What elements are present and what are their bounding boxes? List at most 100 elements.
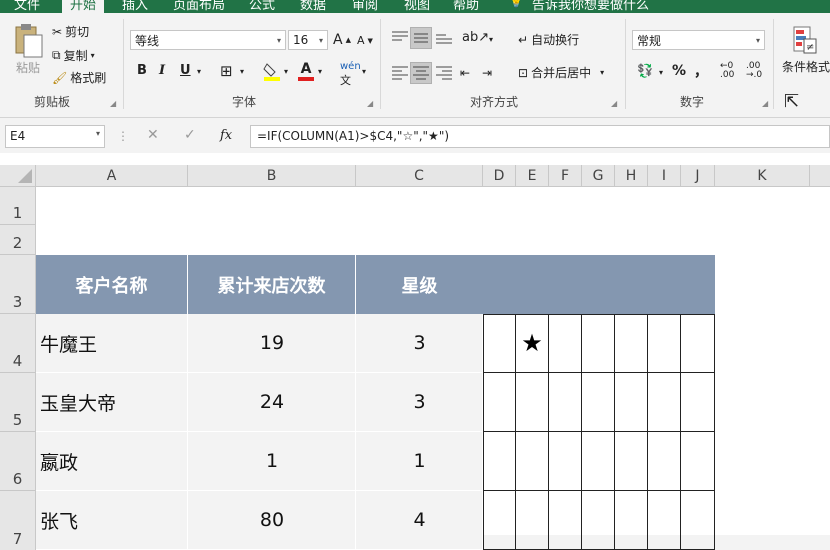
table-header-rating[interactable]: 星级 xyxy=(356,255,483,314)
italic-button[interactable]: I xyxy=(159,63,165,78)
align-top-icon[interactable] xyxy=(390,27,410,47)
table-header-customer[interactable]: 客户名称 xyxy=(36,255,188,314)
star-cell[interactable] xyxy=(681,491,715,550)
font-color-icon[interactable]: A xyxy=(298,61,314,81)
grow-font-button[interactable]: A ▲ xyxy=(333,32,351,48)
star-cell[interactable] xyxy=(615,432,648,491)
shrink-font-button[interactable]: A ▼ xyxy=(357,34,373,47)
star-cell[interactable] xyxy=(648,491,681,550)
row-header-6[interactable]: 6 xyxy=(0,432,36,491)
align-bottom-icon[interactable] xyxy=(434,27,454,47)
row-header-4[interactable]: 4 xyxy=(0,314,36,373)
number-launcher-icon[interactable]: ◢ xyxy=(762,99,768,108)
tab-help[interactable]: 帮助 xyxy=(453,0,479,13)
star-cell[interactable] xyxy=(483,432,516,491)
paste-button[interactable]: 粘贴 xyxy=(16,59,40,76)
table-cell-name[interactable]: 嬴政 xyxy=(40,432,78,490)
row-header-3[interactable]: 3 xyxy=(0,255,36,314)
chevron-down-icon[interactable]: ▾ xyxy=(362,67,366,76)
font-name-select[interactable]: 等线 ▾ xyxy=(130,30,286,50)
column-header-e[interactable]: E xyxy=(516,165,549,187)
table-cell-visits[interactable]: 24 xyxy=(188,373,356,431)
star-cell[interactable] xyxy=(681,432,715,491)
chevron-down-icon[interactable]: ▾ xyxy=(318,67,322,76)
paste-icon[interactable] xyxy=(12,23,44,59)
star-cell[interactable] xyxy=(582,314,615,373)
table-cell-stars[interactable]: 3 xyxy=(356,314,483,372)
star-cell[interactable] xyxy=(582,432,615,491)
tab-view[interactable]: 视图 xyxy=(404,0,430,13)
row-header-1[interactable]: 1 xyxy=(0,187,36,225)
tab-data[interactable]: 数据 xyxy=(300,0,326,13)
star-cell[interactable] xyxy=(549,314,582,373)
tab-formulas[interactable]: 公式 xyxy=(249,0,275,13)
star-cell[interactable] xyxy=(648,432,681,491)
star-cell[interactable] xyxy=(615,314,648,373)
font-launcher-icon[interactable]: ◢ xyxy=(367,99,373,108)
column-header-a[interactable]: A xyxy=(36,165,188,187)
star-cell[interactable] xyxy=(516,432,549,491)
conditional-format-button[interactable]: 条件格式 xyxy=(782,58,830,75)
chevron-down-icon[interactable]: ▾ xyxy=(284,67,288,76)
column-header-d[interactable]: D xyxy=(483,165,516,187)
tab-review[interactable]: 审阅 xyxy=(352,0,378,13)
decrease-indent-icon[interactable]: ⇤ xyxy=(460,66,470,80)
column-header-c[interactable]: C xyxy=(356,165,483,187)
select-all-corner[interactable] xyxy=(0,165,36,187)
tab-file[interactable]: 文件 xyxy=(14,0,40,13)
star-cell[interactable] xyxy=(648,314,681,373)
underline-button[interactable]: U xyxy=(180,63,191,78)
tell-me-search[interactable]: 告诉我你想要做什么 xyxy=(532,0,649,13)
enter-icon[interactable]: ✓ xyxy=(184,127,196,143)
star-cell[interactable] xyxy=(582,491,615,550)
row-header-2[interactable]: 2 xyxy=(0,225,36,255)
star-icon[interactable]: ★ xyxy=(516,314,549,373)
star-cell[interactable] xyxy=(516,491,549,550)
align-center-icon[interactable] xyxy=(410,62,432,84)
align-middle-icon[interactable] xyxy=(410,27,432,49)
column-header-h[interactable]: H xyxy=(615,165,648,187)
chevron-down-icon[interactable]: ▾ xyxy=(240,67,244,76)
number-format-select[interactable]: 常规 ▾ xyxy=(632,30,765,50)
star-cell[interactable] xyxy=(681,373,715,432)
star-cell[interactable] xyxy=(549,373,582,432)
star-cell[interactable] xyxy=(615,491,648,550)
star-cell[interactable] xyxy=(681,314,715,373)
orientation-icon[interactable]: ab↗ xyxy=(462,30,489,45)
increase-indent-icon[interactable]: ⇥ xyxy=(482,66,492,80)
star-cell[interactable] xyxy=(615,373,648,432)
name-box[interactable]: E4 ▾ xyxy=(5,125,105,148)
column-header-g[interactable]: G xyxy=(582,165,615,187)
table-cell-stars[interactable]: 1 xyxy=(356,432,483,490)
font-size-select[interactable]: 16 ▾ xyxy=(288,30,328,50)
borders-icon[interactable]: ⊞ xyxy=(220,62,233,80)
comma-button[interactable]: ， xyxy=(694,61,708,81)
column-header-b[interactable]: B xyxy=(188,165,356,187)
table-header-visits[interactable]: 累计来店次数 xyxy=(188,255,356,314)
align-right-icon[interactable] xyxy=(434,63,454,83)
table-cell-visits[interactable]: 19 xyxy=(188,314,356,372)
column-header-j[interactable]: J xyxy=(681,165,715,187)
row-header-5[interactable]: 5 xyxy=(0,373,36,432)
chevron-down-icon[interactable]: ▾ xyxy=(197,67,201,76)
fill-color-icon[interactable] xyxy=(263,61,281,81)
table-cell-visits[interactable]: 80 xyxy=(188,491,356,549)
cancel-icon[interactable]: ✕ xyxy=(147,127,159,143)
format-painter-button[interactable]: 🖌 格式刷 xyxy=(52,69,106,86)
column-header-k[interactable]: K xyxy=(715,165,810,187)
column-header-f[interactable]: F xyxy=(549,165,582,187)
table-cell-stars[interactable]: 3 xyxy=(356,373,483,431)
chevron-down-icon[interactable]: ▾ xyxy=(659,68,663,77)
percent-button[interactable]: % xyxy=(672,63,686,79)
tab-home[interactable]: 开始 xyxy=(62,0,105,13)
cut-button[interactable]: ✂ 剪切 xyxy=(52,23,89,40)
decrease-decimal-icon[interactable]: .00 →.0 xyxy=(746,62,762,80)
phonetic-guide-button[interactable]: wén 文 xyxy=(340,61,361,88)
column-header-l[interactable] xyxy=(810,165,830,187)
align-left-icon[interactable] xyxy=(390,63,410,83)
currency-icon[interactable]: 💱 xyxy=(637,64,653,79)
tab-page-layout[interactable]: 页面布局 xyxy=(173,0,225,13)
increase-decimal-icon[interactable]: ←0.00 xyxy=(720,62,734,80)
wrap-text-button[interactable]: ↵ 自动换行 xyxy=(518,31,579,48)
row-header-7[interactable]: 7 xyxy=(0,491,36,550)
